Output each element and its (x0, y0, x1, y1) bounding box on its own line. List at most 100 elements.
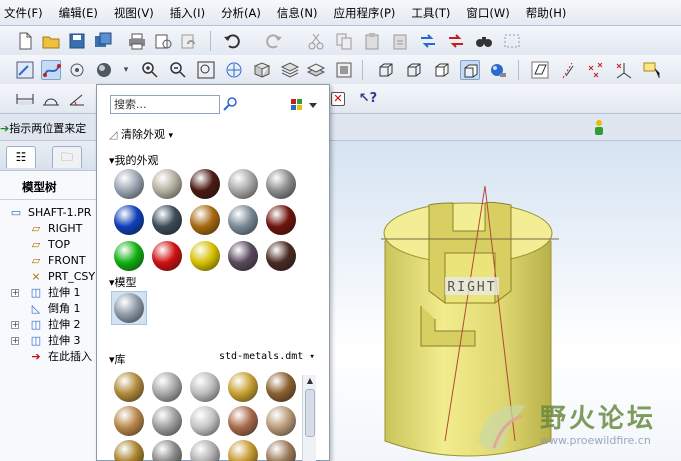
search-button[interactable] (222, 95, 240, 114)
zoom-in-button[interactable] (140, 60, 160, 80)
menu-file[interactable]: 文件(F) (4, 5, 43, 21)
datum-label-right[interactable]: RIGHT (447, 280, 496, 295)
hidden-line-button[interactable] (404, 60, 424, 80)
library-scrollbar[interactable]: ▲ (302, 375, 316, 461)
menu-help[interactable]: 帮助(H) (526, 5, 567, 21)
undo-button[interactable] (222, 31, 242, 51)
appearance-search-input[interactable]: 搜索... (110, 95, 220, 114)
paste-button[interactable] (362, 31, 382, 51)
shading-button[interactable] (460, 60, 480, 80)
expand-toggle[interactable]: + (11, 321, 19, 329)
refit-button[interactable] (196, 60, 216, 80)
tree-item-insert-here[interactable]: ➔ 在此插入 (0, 349, 100, 365)
my-appearance-swatch[interactable] (266, 241, 296, 271)
library-appearance-swatch[interactable] (266, 372, 296, 402)
library-appearance-swatch[interactable] (190, 406, 220, 436)
no-hidden-button[interactable] (432, 60, 452, 80)
scroll-up-icon[interactable]: ▲ (303, 375, 317, 387)
my-appearance-swatch[interactable] (228, 205, 258, 235)
regenerate-manager-button[interactable] (446, 31, 466, 51)
print-button[interactable] (127, 31, 147, 51)
new-file-button[interactable] (15, 31, 35, 51)
my-appearance-swatch[interactable] (114, 169, 144, 199)
library-appearance-swatch[interactable] (152, 440, 182, 461)
spin-center-button[interactable] (67, 60, 87, 80)
wireframe-button[interactable] (376, 60, 396, 80)
my-appearance-swatch[interactable] (190, 241, 220, 271)
my-appearance-swatch[interactable] (114, 205, 144, 235)
library-appearance-swatch[interactable] (152, 406, 182, 436)
reorient-button[interactable] (224, 60, 244, 80)
library-header[interactable]: ▾库 (109, 351, 126, 367)
cut-button[interactable] (306, 31, 326, 51)
library-appearance-swatch[interactable] (228, 406, 258, 436)
datum-planes-toggle[interactable] (530, 60, 550, 80)
appearance-dropdown-button[interactable]: ▾ (120, 60, 132, 80)
appearance-gallery-button[interactable] (95, 60, 117, 80)
my-appearance-swatch[interactable] (228, 241, 258, 271)
my-appearance-swatch[interactable] (152, 169, 182, 199)
library-file-selector[interactable]: std-metals.dmt ▾ (219, 351, 315, 362)
library-appearance-swatch[interactable] (228, 372, 258, 402)
tab-model-tree[interactable]: ☷ (6, 146, 36, 168)
csys-toggle[interactable] (614, 60, 634, 80)
send-link-button[interactable] (179, 31, 199, 51)
close-gallery-button[interactable]: ✕ (331, 92, 345, 106)
tree-item-right[interactable]: ▱ RIGHT (0, 221, 100, 237)
library-appearance-swatch[interactable] (228, 440, 258, 461)
expand-toggle[interactable]: + (11, 337, 19, 345)
measure-distance-button[interactable] (15, 89, 35, 109)
model-appearances-header[interactable]: ▾模型 (109, 274, 137, 290)
selection-box-button[interactable] (502, 31, 522, 51)
regenerate-button[interactable] (418, 31, 438, 51)
layers-dropdown-button[interactable] (306, 60, 326, 80)
expand-toggle[interactable]: + (11, 289, 19, 297)
tree-item-extrude-1[interactable]: + ◫ 拉伸 1 (0, 285, 100, 301)
tree-item-front[interactable]: ▱ FRONT (0, 253, 100, 269)
save-copy-button[interactable] (93, 31, 113, 51)
library-appearance-swatch[interactable] (190, 440, 220, 461)
library-appearance-swatch[interactable] (114, 406, 144, 436)
menu-window[interactable]: 窗口(W) (466, 5, 509, 21)
datum-axes-toggle[interactable] (558, 60, 578, 80)
send-mail-button[interactable] (153, 31, 173, 51)
my-appearance-swatch[interactable] (190, 205, 220, 235)
model-appearance-swatch[interactable] (114, 293, 144, 323)
my-appearance-swatch[interactable] (228, 169, 258, 199)
my-appearance-swatch[interactable] (152, 241, 182, 271)
spline-button[interactable] (41, 60, 61, 80)
saved-views-button[interactable] (252, 60, 272, 80)
menu-analysis[interactable]: 分析(A) (221, 5, 261, 21)
library-appearance-swatch[interactable] (190, 372, 220, 402)
clear-appearance-button[interactable]: ◿ 清除外观 ▾ (109, 126, 173, 142)
tree-item-top[interactable]: ▱ TOP (0, 237, 100, 253)
measure-area-button[interactable] (41, 89, 61, 109)
tree-item-csys[interactable]: ⨯ PRT_CSY (0, 269, 100, 285)
gallery-options-button[interactable] (289, 97, 323, 113)
my-appearance-swatch[interactable] (266, 205, 296, 235)
zoom-out-button[interactable] (168, 60, 188, 80)
open-file-button[interactable] (41, 31, 61, 51)
measure-angle-button[interactable] (67, 89, 87, 109)
datum-points-toggle[interactable] (586, 60, 606, 80)
my-appearance-swatch[interactable] (152, 205, 182, 235)
menu-applications[interactable]: 应用程序(P) (333, 5, 395, 21)
library-appearance-swatch[interactable] (266, 440, 296, 461)
library-appearance-swatch[interactable] (114, 440, 144, 461)
library-appearance-swatch[interactable] (266, 406, 296, 436)
my-appearance-swatch[interactable] (190, 169, 220, 199)
context-help-button[interactable]: ↖? (358, 89, 378, 109)
paste-special-button[interactable] (390, 31, 410, 51)
layers-button[interactable] (280, 60, 300, 80)
status-traffic-light[interactable] (592, 119, 606, 137)
scrollbar-thumb[interactable] (305, 389, 315, 437)
save-button[interactable] (67, 31, 87, 51)
annotation-toggle[interactable] (642, 60, 662, 80)
menu-insert[interactable]: 插入(I) (170, 5, 205, 21)
view-manager-button[interactable] (334, 60, 354, 80)
menu-tools[interactable]: 工具(T) (411, 5, 450, 21)
my-appearance-swatch[interactable] (266, 169, 296, 199)
tab-folder-browser[interactable]: 🗀 (52, 146, 82, 168)
sketch-button[interactable] (15, 60, 35, 80)
my-appearances-header[interactable]: ▾我的外观 (109, 152, 159, 168)
